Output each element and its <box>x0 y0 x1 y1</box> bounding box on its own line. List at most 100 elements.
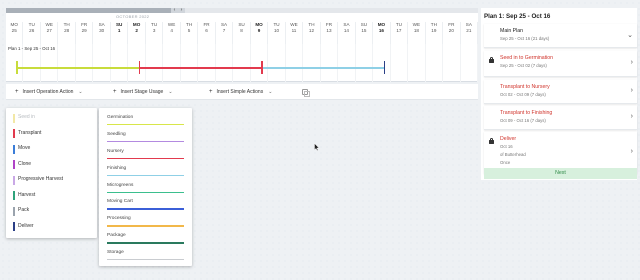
day-number: 4 <box>170 28 173 33</box>
seed-marker[interactable] <box>16 61 19 74</box>
seed-segment[interactable] <box>16 67 139 69</box>
deliver-marker[interactable] <box>383 61 386 74</box>
plan-stage-card[interactable]: Transplant to Nursery Oct 02 - Oct 09 (7 … <box>484 80 637 104</box>
color-swatch <box>13 160 15 169</box>
germination-marker[interactable] <box>138 61 141 74</box>
grid-column <box>338 44 356 82</box>
insert-simple-actions-button[interactable]: + Insert Simple Actions ⌄ <box>206 87 275 97</box>
grid-column <box>426 44 444 82</box>
day-number: 3 <box>152 28 156 33</box>
stage-menu-item[interactable]: Moving Cart <box>105 196 186 213</box>
stage-menu-item[interactable]: Finishing <box>105 163 186 180</box>
day-number: 29 <box>81 28 87 33</box>
plan-stage-card[interactable]: Seed in to Germination Sep 25 - Oct 02 (7… <box>484 51 637 77</box>
color-swatch <box>13 144 15 154</box>
lock-icon <box>489 137 494 145</box>
stage-menu-item[interactable]: Germination <box>105 112 186 129</box>
stage-color-underline <box>107 157 184 160</box>
stage-menu-item[interactable]: Nursery <box>105 146 186 163</box>
day-header: WE 18 <box>408 22 426 44</box>
day-header: TU 10 <box>268 22 286 44</box>
day-number: 13 <box>326 28 332 33</box>
stage-menu-item[interactable]: Seedling <box>105 129 186 146</box>
plan-stage-card[interactable]: Main Plan Sep 25 - Oct 16 (21 days) ⌄ <box>484 24 637 48</box>
operation-menu-item[interactable]: Progressive Harvest <box>6 172 97 188</box>
scroll-right-icon[interactable]: › <box>178 8 185 13</box>
day-header: TH 12 <box>303 22 321 44</box>
panel-title: Plan 1: Sep 25 - Oct 16 <box>484 13 551 20</box>
day-header: TU 17 <box>391 22 409 44</box>
scrollbar-thumb[interactable] <box>6 8 171 13</box>
grid-column <box>76 44 94 82</box>
day-header: MO 16 <box>373 22 391 44</box>
stage-menu-label: Package <box>107 233 126 239</box>
chevron-down-icon: ⌄ <box>268 89 273 95</box>
insert-simple-label: Insert Simple Actions <box>216 89 264 95</box>
card-title: Seed in to Germination <box>500 55 554 61</box>
grid-column <box>286 44 304 82</box>
operation-menu-label: Pack <box>18 207 30 213</box>
stage-color-underline <box>107 124 184 126</box>
stage-menu-item[interactable]: Package <box>105 230 186 247</box>
timeline-scrollbar[interactable]: ‹ › <box>6 8 478 13</box>
operation-menu-item[interactable]: Harvest <box>6 188 97 204</box>
operation-menu-item[interactable]: Deliver <box>6 219 97 235</box>
stage-menu-label: Nursery <box>107 148 124 154</box>
day-header: FR 13 <box>321 22 339 44</box>
operation-menu-label: Deliver <box>18 222 34 229</box>
operation-menu-item[interactable]: Move <box>6 141 97 157</box>
operation-menu-item[interactable]: Transplant <box>6 126 97 142</box>
operation-menu-item[interactable]: Clone <box>6 157 97 173</box>
grid-column <box>391 44 409 82</box>
chevron-right-icon[interactable]: › <box>631 59 633 66</box>
operation-menu-item[interactable]: Seed in <box>6 110 97 126</box>
chevron-right-icon[interactable]: › <box>631 87 633 94</box>
grid-column <box>303 44 321 82</box>
card-subtitle: Oct 16 <box>500 144 513 149</box>
day-number: 11 <box>291 28 297 33</box>
finishing-segment[interactable] <box>261 67 384 69</box>
nursery-segment[interactable] <box>138 67 262 69</box>
day-header: WE 4 <box>163 22 181 44</box>
day-header: TH 28 <box>58 22 76 44</box>
chevron-down-icon[interactable]: ⌄ <box>627 31 633 39</box>
stage-menu-item[interactable]: Microgreens <box>105 180 186 197</box>
card-subtitle: of Butterhead <box>500 152 526 157</box>
grid-column <box>268 44 286 82</box>
day-header: SU 15 <box>356 22 374 44</box>
insert-stage-usage-button[interactable]: + Insert Stage Usage ⌄ <box>110 87 176 97</box>
operation-menu-label: Seed in <box>18 114 35 120</box>
day-number: 28 <box>64 28 70 33</box>
card-subtitle: Once <box>500 160 511 165</box>
nursery-marker[interactable] <box>261 61 263 74</box>
day-header: SA 21 <box>461 22 479 44</box>
day-number: 15 <box>361 28 367 33</box>
stage-menu-label: Storage <box>107 250 124 256</box>
stage-menu-item[interactable]: Storage <box>105 247 186 264</box>
day-number: 20 <box>448 28 454 33</box>
chevron-right-icon[interactable]: › <box>631 148 633 155</box>
plan-row-label: Plan 1 - Sep 25 - Oct 16 <box>8 46 56 51</box>
day-header: TH 5 <box>181 22 199 44</box>
stage-menu-item[interactable]: Processing <box>105 213 186 230</box>
grid-column <box>198 44 216 82</box>
plan-stage-card[interactable]: Transplant to Finishing Oct 09 - Oct 16 (… <box>484 106 637 130</box>
operation-menu-label: Move <box>18 145 31 151</box>
grid-column <box>58 44 76 82</box>
next-button[interactable]: Next <box>484 168 637 179</box>
card-subtitle: Oct 09 - Oct 16 (7 days) <box>500 118 546 123</box>
day-number: 6 <box>205 28 208 33</box>
day-header: TU 3 <box>146 22 164 44</box>
scroll-left-icon[interactable]: ‹ <box>171 8 178 13</box>
chevron-right-icon[interactable]: › <box>631 113 633 120</box>
day-header: MO 2 <box>128 22 146 44</box>
insert-operation-action-button[interactable]: + Insert Operation Action ⌄ <box>12 87 86 97</box>
stage-color-underline <box>107 225 184 227</box>
stage-menu-label: Microgreens <box>107 182 134 188</box>
operation-menu-item[interactable]: Pack <box>6 203 97 219</box>
day-header: FR 6 <box>198 22 216 44</box>
stage-color-underline <box>107 191 184 193</box>
plan-panel: Plan 1: Sep 25 - Oct 16 Main Plan Sep 25 … <box>481 8 637 180</box>
day-header: SU 8 <box>233 22 251 44</box>
copy-icon[interactable] <box>302 89 310 97</box>
